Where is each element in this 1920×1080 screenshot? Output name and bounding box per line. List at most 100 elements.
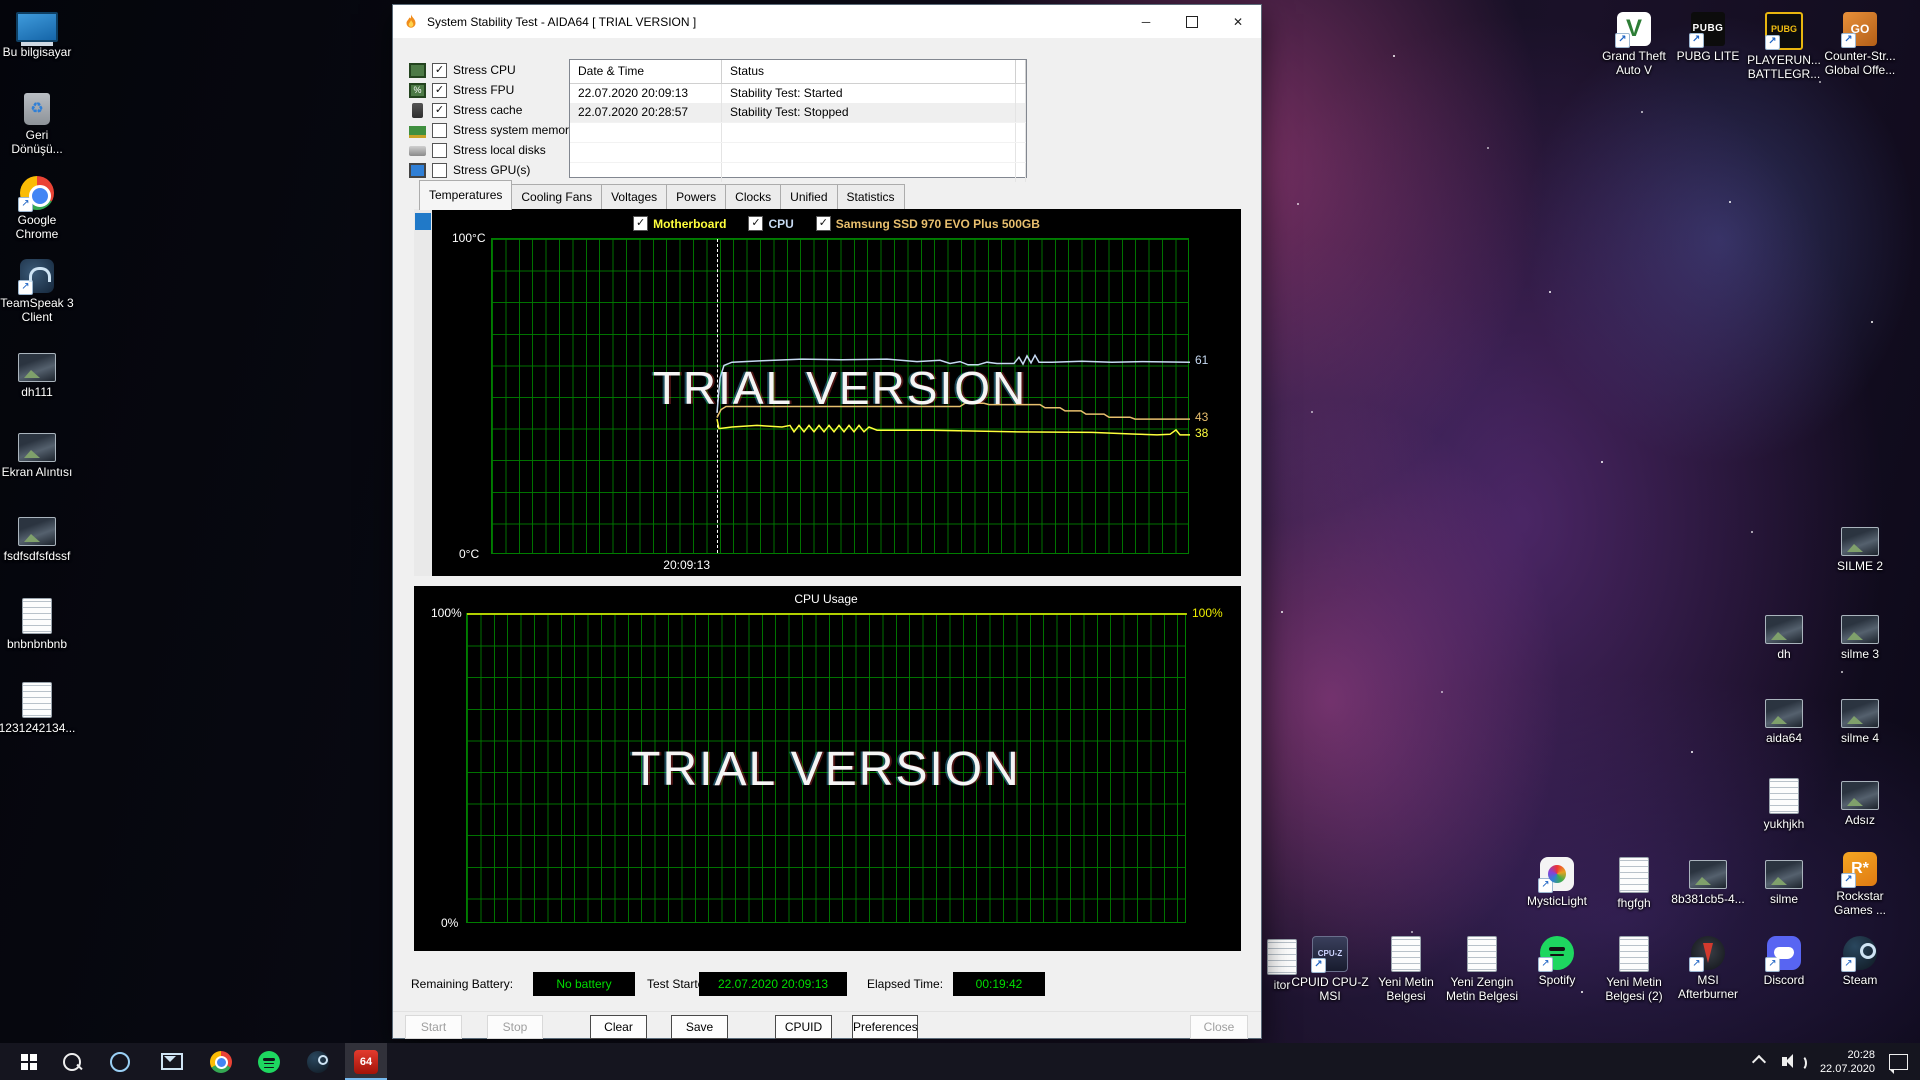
desktop-icon-label: Metin Belgesi — [1436, 989, 1528, 1003]
save-button[interactable]: Save — [671, 1015, 728, 1039]
checkbox[interactable]: ✓ — [748, 216, 763, 231]
action-center-icon[interactable] — [1889, 1054, 1908, 1070]
stress-option-stress-system-memory[interactable]: Stress system memory — [409, 121, 575, 139]
taskbar-start-button[interactable] — [8, 1043, 50, 1080]
desktop-icon-bnbnbnbnb[interactable]: bnbnbnbnb — [0, 596, 83, 651]
doc-icon — [1467, 936, 1497, 972]
temperature-chart-area: ✓Motherboard ✓CPU ✓Samsung SSD 970 EVO Plu… — [432, 209, 1241, 576]
desktop-icon-counter-str-global-offe[interactable]: GO↗Counter-Str...Global Offe... — [1814, 10, 1906, 77]
taskbar-cortana-button[interactable] — [99, 1043, 141, 1080]
legend-item-motherboard[interactable]: ✓Motherboard — [633, 216, 726, 231]
stress-option-stress-cpu[interactable]: ✓Stress CPU — [409, 61, 516, 79]
checkbox[interactable] — [432, 163, 447, 178]
tab-clocks[interactable]: Clocks — [725, 184, 781, 210]
desktop-icon-ads-z[interactable]: Adsız — [1814, 776, 1906, 827]
doc-icon — [1619, 857, 1649, 893]
desktop-icon-label: SILME 2 — [1814, 559, 1906, 573]
taskbar-search-button[interactable] — [51, 1043, 93, 1080]
doc-icon — [1769, 778, 1799, 814]
log-header-date-time[interactable]: Date & Time — [570, 60, 722, 83]
shortcut-arrow-icon: ↗ — [1538, 878, 1553, 893]
cpuid-button[interactable]: CPUID — [775, 1015, 832, 1039]
preferences-button[interactable]: Preferences — [852, 1015, 918, 1039]
log-row[interactable] — [570, 122, 1026, 142]
stress-option-label: Stress system memory — [453, 123, 575, 137]
desktop-icon-bu-bilgisayar[interactable]: Bu bilgisayar — [0, 8, 83, 59]
clear-button[interactable]: Clear — [590, 1015, 647, 1039]
log-header-status[interactable]: Status — [722, 60, 1016, 83]
stress-option-stress-local-disks[interactable]: Stress local disks — [409, 141, 546, 159]
status-value-test-started: 22.07.2020 20:09:13 — [699, 972, 847, 996]
checkbox[interactable]: ✓ — [633, 216, 648, 231]
maximize-button[interactable] — [1169, 5, 1215, 38]
cpu-chip-icon — [409, 63, 426, 78]
photo-icon — [1841, 615, 1879, 644]
tab-statistics[interactable]: Statistics — [837, 184, 905, 210]
taskbar-mail-app[interactable] — [151, 1043, 193, 1080]
rockstar-icon: R*↗ — [1843, 852, 1877, 886]
taskbar-spotify-app[interactable] — [248, 1043, 290, 1080]
checkbox[interactable]: ✓ — [432, 63, 447, 78]
desktop-icon-geri-d-n[interactable]: ♻GeriDönüşü... — [0, 90, 83, 156]
desktop-icon-dh111[interactable]: dh111 — [0, 348, 83, 399]
photo-icon — [18, 353, 56, 382]
desktop-icon-steam[interactable]: ↗Steam — [1814, 934, 1906, 987]
close-button[interactable]: ✕ — [1215, 5, 1261, 38]
desktop-icon-fsdfsdfsfdssf[interactable]: fsdfsdfsfdssf — [0, 512, 83, 563]
desktop-icon-label: Afterburner — [1662, 987, 1754, 1001]
desktop-icon-silme-2[interactable]: SILME 2 — [1814, 522, 1906, 573]
usage-value-label: 100% — [1192, 606, 1223, 620]
desktop-icon-label: Bu bilgisayar — [0, 45, 83, 59]
desktop-icon-google-chrome[interactable]: ↗GoogleChrome — [0, 174, 83, 241]
stress-option-stress-cache[interactable]: ✓Stress cache — [409, 101, 522, 119]
log-row[interactable]: 22.07.2020 20:28:57Stability Test: Stopp… — [570, 103, 1026, 122]
desktop-icon-1231242134[interactable]: 1231242134... — [0, 680, 83, 735]
desktop-icon-label: Rockstar — [1814, 889, 1906, 903]
photo-icon — [1841, 527, 1879, 556]
taskbar-chrome-app[interactable] — [200, 1043, 242, 1080]
tab-temperatures[interactable]: Temperatures — [419, 180, 512, 210]
tab-cooling-fans[interactable]: Cooling Fans — [511, 184, 602, 210]
checkbox[interactable]: ✓ — [816, 216, 831, 231]
window-controls: ─✕ — [1123, 5, 1261, 38]
tab-unified[interactable]: Unified — [780, 184, 837, 210]
taskbar-aida64-app[interactable]: 64 — [345, 1043, 387, 1080]
tab-voltages[interactable]: Voltages — [601, 184, 667, 210]
shortcut-arrow-icon: ↗ — [1311, 958, 1326, 973]
stress-option-stress-fpu[interactable]: %✓Stress FPU — [409, 81, 514, 99]
tab-powers[interactable]: Powers — [666, 184, 726, 210]
checkbox[interactable]: ✓ — [432, 83, 447, 98]
desktop-icon-teamspeak-3-client[interactable]: ↗TeamSpeak 3Client — [0, 257, 83, 324]
chart-scrollbar[interactable] — [414, 209, 432, 576]
fpu-chip-icon: % — [409, 83, 426, 98]
window-titlebar[interactable]: System Stability Test - AIDA64 [ TRIAL V… — [393, 5, 1261, 38]
desktop-icon-silme-3[interactable]: silme 3 — [1814, 610, 1906, 661]
legend-item-samsung-ssd-970-evo-plus-500gb[interactable]: ✓Samsung SSD 970 EVO Plus 500GB — [816, 216, 1040, 231]
desktop-icon-silme-4[interactable]: silme 4 — [1814, 694, 1906, 745]
speaker-icon[interactable] — [1782, 1057, 1787, 1066]
button-row: StartStopClearSaveCPUIDPreferencesClose — [393, 1011, 1261, 1041]
minimize-button[interactable]: ─ — [1123, 5, 1169, 38]
hidden-icons-chevron-icon[interactable] — [1752, 1054, 1766, 1068]
taskbar-clock[interactable]: 20:28 22.07.2020 — [1805, 1048, 1875, 1076]
desktop-icon-rockstar-games[interactable]: R*↗RockstarGames ... — [1814, 850, 1906, 917]
checkbox[interactable] — [432, 143, 447, 158]
chart-scrollbar-thumb[interactable] — [415, 213, 431, 230]
photo-icon — [1689, 860, 1727, 889]
log-row[interactable] — [570, 142, 1026, 162]
stability-log-table[interactable]: Date & TimeStatus22.07.2020 20:09:13Stab… — [569, 59, 1027, 178]
desktop-icon-label: Dönüşü... — [0, 142, 83, 156]
log-header-row: Date & TimeStatus — [570, 60, 1026, 84]
log-row[interactable] — [570, 162, 1026, 182]
stress-option-stress-gpu-s[interactable]: Stress GPU(s) — [409, 161, 530, 179]
desktop-icon-label: 1231242134... — [0, 721, 83, 735]
status-bar: Remaining Battery:No batteryTest Started… — [393, 971, 1261, 997]
log-row[interactable]: 22.07.2020 20:09:13Stability Test: Start… — [570, 84, 1026, 103]
recycle-icon: ♻ — [24, 93, 50, 125]
taskbar-steam-app[interactable] — [297, 1043, 339, 1080]
checkbox[interactable] — [432, 123, 447, 138]
legend-item-cpu[interactable]: ✓CPU — [748, 216, 793, 231]
checkbox[interactable]: ✓ — [432, 103, 447, 118]
desktop-icon-ekran-al-nt-s[interactable]: Ekran Alıntısı — [0, 428, 83, 479]
mystic-icon: ↗ — [1540, 857, 1574, 891]
